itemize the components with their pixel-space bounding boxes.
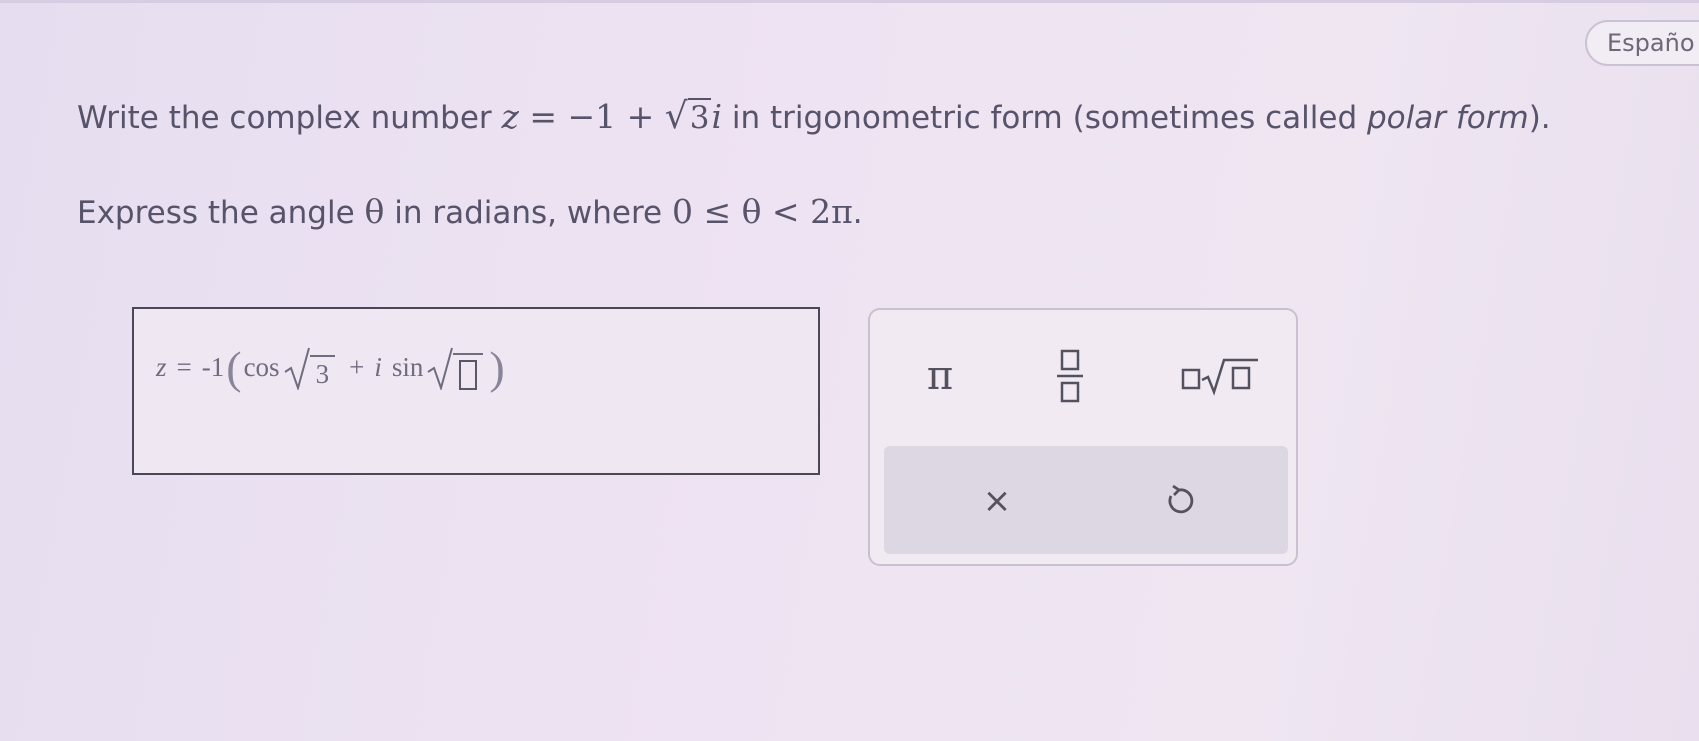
undo-icon — [1168, 484, 1194, 514]
cos-argument[interactable]: 3 — [309, 354, 336, 390]
answer-coefficient[interactable]: -1 — [202, 352, 225, 383]
answer-z-variable: z — [156, 352, 167, 382]
theta-symbol: θ — [364, 192, 385, 231]
nth-root-template-icon — [1181, 358, 1258, 396]
sqrt-radical-icon — [427, 347, 454, 390]
sin-sqrt[interactable] — [427, 346, 484, 390]
polar-form-emphasis: polar form — [1367, 100, 1529, 136]
question-text: . — [852, 195, 863, 231]
sqrt-radical-icon — [284, 347, 310, 390]
undo-button[interactable] — [1154, 476, 1204, 526]
keypad-action-row: × — [884, 446, 1288, 554]
open-paren: ( — [226, 342, 242, 393]
cos-label: cos — [243, 352, 280, 382]
z-variable: z — [501, 97, 519, 136]
question-text: ). — [1528, 100, 1551, 136]
question-text: in radians, where — [384, 195, 672, 231]
nth-root-button[interactable] — [1180, 346, 1260, 406]
question-text: Write the complex number — [77, 100, 502, 136]
question-text: in trigonometric form (sometimes called — [722, 100, 1367, 136]
cos-sqrt[interactable]: 3 — [284, 346, 336, 390]
math-keypad: π × — [868, 308, 1298, 566]
question-text: Express the angle — [77, 195, 365, 231]
fraction-button[interactable] — [1040, 340, 1100, 410]
close-paren: ) — [489, 342, 505, 393]
top-rule — [0, 0, 1699, 3]
sqrt-radicand: 3 — [687, 98, 712, 136]
pi-button[interactable]: π — [910, 346, 970, 406]
question-line-2: Express the angle θ in radians, where 0 … — [77, 192, 863, 231]
question-line-1: Write the complex number z = −1 + √3i in… — [77, 96, 1551, 137]
answer-imaginary-unit: i — [374, 352, 382, 382]
angle-constraint: 0 ≤ θ < 2π — [671, 192, 853, 231]
language-toggle-button[interactable]: Españo — [1585, 20, 1699, 66]
sin-label: sin — [391, 352, 424, 382]
fraction-template-icon — [1057, 349, 1083, 403]
answer-equals: = — [176, 352, 192, 382]
answer-expression[interactable]: z = -1 ( cos 3 + i sin ) — [156, 341, 507, 394]
answer-input-box[interactable]: z = -1 ( cos 3 + i sin ) — [132, 307, 820, 475]
equation-part: = −1 + — [518, 97, 665, 136]
answer-plus: + — [349, 352, 365, 382]
clear-button[interactable]: × — [972, 476, 1022, 526]
sqrt-symbol: √ — [664, 96, 688, 137]
sin-argument-slot[interactable] — [453, 352, 484, 390]
empty-slot-icon — [459, 359, 478, 390]
imaginary-unit: i — [711, 97, 723, 136]
